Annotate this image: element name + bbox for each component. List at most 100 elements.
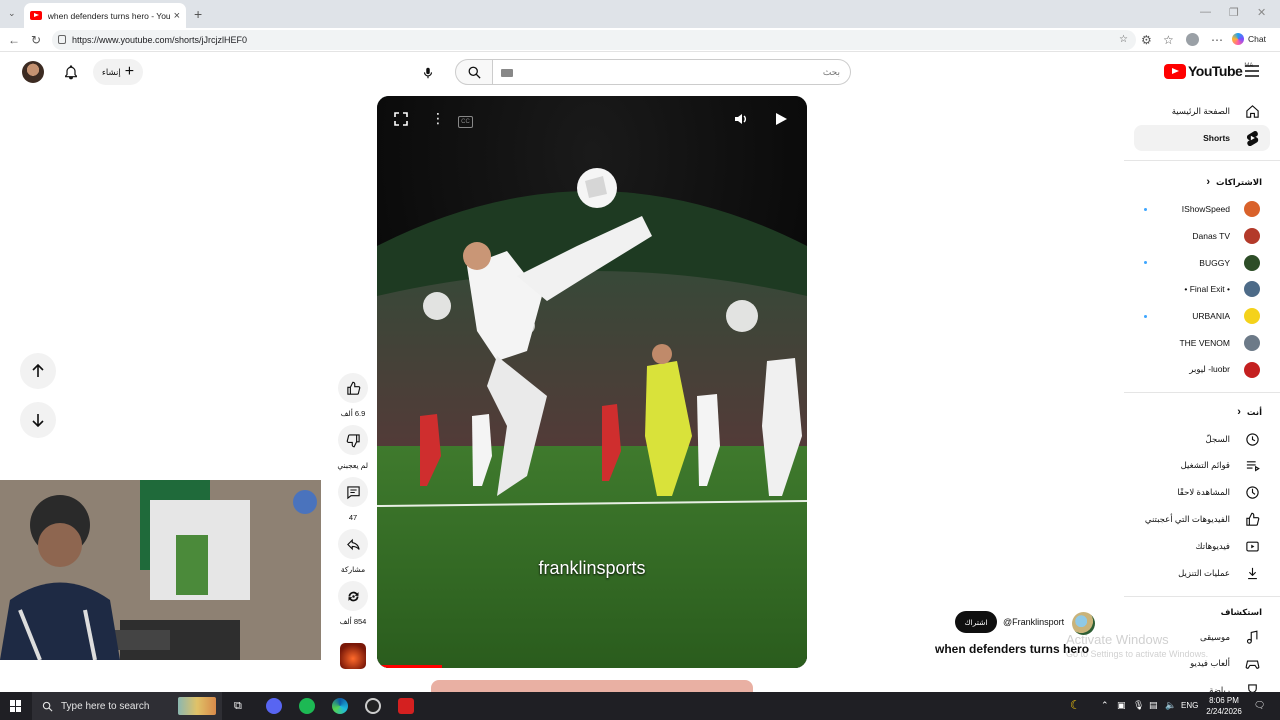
tray-mic-icon[interactable]: 🎙 bbox=[1133, 700, 1144, 711]
like-button[interactable] bbox=[338, 373, 368, 403]
sound-thumbnail[interactable] bbox=[340, 643, 366, 669]
previous-short-button[interactable] bbox=[20, 353, 56, 389]
you-heading[interactable]: أنت ‹ bbox=[1134, 406, 1270, 418]
volume-icon[interactable] bbox=[734, 112, 748, 126]
comments-button[interactable] bbox=[338, 477, 368, 507]
search-input-wrapper bbox=[493, 59, 851, 85]
youtube-header: إنشاء + YouTube MA bbox=[0, 52, 1280, 94]
discord-icon[interactable] bbox=[266, 698, 282, 714]
app-icon[interactable] bbox=[398, 698, 414, 714]
guide-menu-icon[interactable] bbox=[1245, 65, 1259, 77]
dislike-button[interactable] bbox=[338, 425, 368, 455]
task-view-icon[interactable]: ⧉ bbox=[234, 700, 242, 713]
shorts-video-player[interactable]: ⋮ CC franklinsports bbox=[377, 96, 807, 668]
captions-icon[interactable]: CC bbox=[458, 116, 473, 128]
new-content-dot bbox=[1144, 207, 1147, 211]
sidebar-channel-item[interactable]: BUGGY bbox=[1134, 250, 1270, 276]
remix-button[interactable] bbox=[338, 581, 368, 611]
next-short-preview[interactable] bbox=[431, 680, 753, 692]
taskbar-search-box[interactable]: Type here to search bbox=[32, 692, 222, 720]
sidebar-item-your-videos[interactable]: فيديوهاتك bbox=[1134, 533, 1270, 559]
comments-action[interactable]: 47 bbox=[338, 477, 368, 522]
new-tab-button[interactable]: + bbox=[194, 6, 202, 22]
share-action[interactable]: مشاركة bbox=[338, 529, 368, 574]
spotify-icon[interactable] bbox=[299, 698, 315, 714]
watch-later-icon bbox=[1244, 485, 1260, 501]
create-button[interactable]: إنشاء + bbox=[93, 59, 143, 85]
obs-icon[interactable] bbox=[365, 698, 381, 714]
sidebar-item-history[interactable]: السجلّ bbox=[1134, 426, 1270, 452]
chevron-left-icon: ‹ bbox=[1237, 406, 1241, 418]
channel-handle[interactable]: @Franklinsport bbox=[1003, 617, 1064, 627]
favorites-icon[interactable]: ☆ bbox=[1163, 33, 1174, 47]
copilot-chat-button[interactable]: Chat bbox=[1232, 33, 1266, 45]
share-button[interactable] bbox=[338, 529, 368, 559]
back-icon[interactable]: ← bbox=[8, 33, 20, 47]
subscriptions-heading[interactable]: الاشتراكات ‹ bbox=[1134, 176, 1270, 188]
windows-taskbar: Type here to search ⧉ ☾ ⌃ ▣ 🎙 ▤ 🔈 ENG 8:… bbox=[0, 692, 1280, 720]
tab-close-icon[interactable]: × bbox=[174, 10, 180, 22]
tab-list-chevron-icon[interactable]: ⌄ bbox=[8, 8, 16, 19]
video-progress-bar[interactable] bbox=[377, 665, 442, 668]
notifications-bell-icon[interactable] bbox=[63, 64, 79, 80]
notifications-tray-icon[interactable]: 🗨 bbox=[1254, 700, 1265, 711]
edge-icon[interactable] bbox=[332, 698, 348, 714]
sidebar-item-home[interactable]: الصفحة الرئيسية bbox=[1134, 98, 1270, 124]
remix-action[interactable]: 854 ألف bbox=[338, 581, 368, 626]
short-title[interactable]: when defenders turns hero bbox=[935, 642, 1089, 656]
site-info-icon[interactable] bbox=[58, 35, 66, 44]
favorite-star-icon[interactable]: ☆ bbox=[1119, 34, 1128, 45]
tray-chevron-icon[interactable]: ⌃ bbox=[1101, 700, 1109, 711]
network-icon[interactable]: ▤ bbox=[1149, 700, 1158, 711]
subscribe-button[interactable]: اشتراك bbox=[955, 611, 997, 633]
sidebar-item-label: فيديوهاتك bbox=[1195, 540, 1230, 551]
extensions-icon[interactable]: ⚙ bbox=[1141, 33, 1152, 47]
sidebar-item-shorts[interactable]: Shorts bbox=[1134, 125, 1270, 151]
volume-tray-icon[interactable]: 🔈 bbox=[1165, 700, 1176, 711]
like-action[interactable]: 6.9 ألف bbox=[338, 373, 368, 418]
close-window-button[interactable]: ✕ bbox=[1257, 6, 1266, 19]
channel-avatar bbox=[1244, 308, 1260, 325]
url-field[interactable]: https://www.youtube.com/shorts/jJrcjzlHE… bbox=[52, 30, 1136, 50]
channel-avatar bbox=[1244, 281, 1260, 298]
dislike-action[interactable]: لم يعجبني bbox=[337, 425, 368, 470]
sidebar-channel-item[interactable]: URBANIA bbox=[1134, 303, 1270, 329]
fullscreen-icon[interactable] bbox=[394, 112, 408, 126]
youtube-logo[interactable]: YouTube MA bbox=[1164, 63, 1253, 79]
sidebar-item-playlists[interactable]: قوائم التشغيل bbox=[1134, 453, 1270, 479]
browser-tab[interactable]: when defenders turns hero - YouTube × bbox=[24, 3, 186, 28]
sidebar-item-watch-later[interactable]: المشاهدة لاحقًا bbox=[1134, 480, 1270, 506]
profile-icon[interactable] bbox=[1186, 33, 1199, 46]
sidebar-item-label: ألعاب فيديو bbox=[1190, 658, 1230, 669]
reload-icon[interactable]: ↻ bbox=[31, 33, 41, 47]
channel-avatar bbox=[1244, 254, 1260, 271]
weather-moon-icon[interactable]: ☾ bbox=[1070, 698, 1081, 712]
sidebar-channel-item[interactable]: Danas TV bbox=[1134, 223, 1270, 249]
next-short-button[interactable] bbox=[20, 402, 56, 438]
maximize-button[interactable]: ❐ bbox=[1229, 6, 1239, 19]
minimize-button[interactable]: — bbox=[1200, 6, 1211, 18]
sidebar-channel-item[interactable]: IShowSpeed bbox=[1134, 196, 1270, 222]
sidebar-item-downloads[interactable]: عمليات التنزيل bbox=[1134, 560, 1270, 586]
account-avatar[interactable] bbox=[22, 61, 44, 83]
play-icon[interactable] bbox=[775, 112, 788, 126]
shorts-icon bbox=[1244, 130, 1260, 146]
taskbar-clock[interactable]: 8:06 PM 2/24/2026 bbox=[1198, 695, 1250, 717]
sidebar-channel-item[interactable]: • Final Exit • bbox=[1134, 276, 1270, 302]
search-button[interactable] bbox=[455, 59, 493, 85]
more-menu-icon[interactable]: ⋯ bbox=[1211, 33, 1223, 47]
copilot-icon bbox=[1232, 33, 1244, 45]
comment-count: 47 bbox=[348, 513, 358, 522]
sidebar-item-liked[interactable]: الفيديوهات التي أعجبتني bbox=[1134, 506, 1270, 532]
voice-search-button[interactable] bbox=[414, 59, 441, 86]
keyboard-icon[interactable] bbox=[501, 69, 513, 77]
sidebar-channel-item[interactable]: THE VENOM bbox=[1134, 330, 1270, 356]
sidebar-channel-item[interactable]: luobr- ليوبر bbox=[1134, 357, 1270, 383]
tray-app-icon[interactable]: ▣ bbox=[1117, 700, 1126, 711]
language-indicator[interactable]: ENG bbox=[1181, 701, 1198, 710]
windows-start-icon[interactable] bbox=[10, 700, 22, 712]
search-input[interactable] bbox=[493, 60, 850, 84]
more-options-icon[interactable]: ⋮ bbox=[431, 110, 445, 127]
arrow-up-icon bbox=[32, 364, 44, 377]
subscriptions-heading-text: الاشتراكات bbox=[1216, 176, 1262, 187]
